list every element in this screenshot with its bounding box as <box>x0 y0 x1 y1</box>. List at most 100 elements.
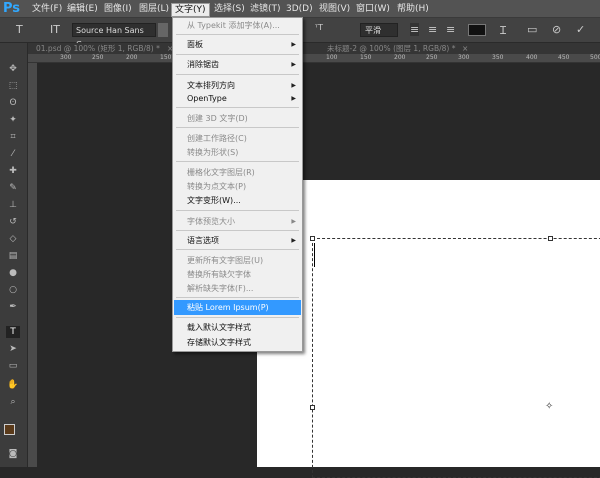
menu-3d[interactable]: 3D(D) <box>283 3 316 17</box>
menu-edit[interactable]: 编辑(E) <box>64 3 101 17</box>
reference-point-icon: ✧ <box>545 401 554 412</box>
healing-brush-tool-icon[interactable]: ✚ <box>6 165 20 177</box>
menu-item-load-default-type-styles[interactable]: 载入默认文字样式 <box>187 321 251 334</box>
menu-image[interactable]: 图像(I) <box>101 3 135 17</box>
menu-window[interactable]: 窗口(W) <box>353 3 393 17</box>
move-tool-icon[interactable]: ✥ <box>6 63 20 75</box>
menu-item-convert-to-point-text[interactable]: 转换为点文本(P) <box>187 180 246 193</box>
separator <box>176 297 299 298</box>
warp-text-icon[interactable]: Ɪ <box>500 23 506 38</box>
align-left-icon[interactable]: ≡ <box>410 23 420 36</box>
marquee-tool-icon[interactable]: ⬚ <box>6 80 20 92</box>
menu-item-font-preview-size[interactable]: 字体预览大小 <box>187 215 235 228</box>
font-family-select[interactable]: Source Han Sans C... <box>72 23 156 49</box>
menu-file[interactable]: 文件(F) <box>29 3 65 17</box>
submenu-arrow-icon: ▶ <box>291 218 296 225</box>
menu-item-create-work-path[interactable]: 创建工作路径(C) <box>187 132 247 145</box>
tools-panel: ✥ ⬚ ʘ ✦ ⌗ ⁄ ✚ ✎ ⊥ ↺ ◇ ▤ ● ○ ✒ T ➤ ▭ ✋ ⌕ … <box>0 43 28 467</box>
toggle-orientation-icon[interactable]: IT <box>50 23 60 36</box>
submenu-arrow-icon: ▶ <box>291 82 296 89</box>
pen-tool-icon[interactable]: ✒ <box>6 301 20 313</box>
transform-handle[interactable] <box>548 236 553 241</box>
menu-item-language-options[interactable]: 语言选项 <box>187 234 219 247</box>
submenu-arrow-icon: ▶ <box>291 237 296 244</box>
separator <box>176 54 299 55</box>
history-brush-tool-icon[interactable]: ↺ <box>6 216 20 228</box>
document-tabs: 01.psd @ 100% (矩形 1, RGB/8) * × 未标题-2 @ … <box>28 43 600 54</box>
gradient-tool-icon[interactable]: ▤ <box>6 250 20 262</box>
menu-item-paste-lorem-ipsum[interactable]: 粘贴 Lorem Ipsum(P) <box>187 301 269 314</box>
horizontal-ruler: 300 250 200 150 100 150 200 250 300 350 … <box>28 54 600 63</box>
crop-tool-icon[interactable]: ⌗ <box>6 131 20 143</box>
panels-icon[interactable]: ▭ <box>527 23 537 36</box>
antialias-select[interactable]: 平滑 <box>360 23 398 37</box>
menu-item-create-3d-text[interactable]: 创建 3D 文字(D) <box>187 112 248 125</box>
ruler-label: 100 <box>326 54 338 61</box>
ruler-label: 150 <box>360 54 372 61</box>
menu-filter[interactable]: 滤镜(T) <box>247 3 284 17</box>
align-right-icon[interactable]: ≡ <box>446 23 455 36</box>
ruler-label: 250 <box>92 54 104 61</box>
brush-tool-icon[interactable]: ✎ <box>6 182 20 194</box>
text-cursor <box>314 243 315 267</box>
blur-tool-icon[interactable]: ● <box>6 267 20 279</box>
menu-item-text-orientation[interactable]: 文本排列方向 <box>187 79 235 92</box>
font-dropdown-button[interactable] <box>158 23 168 37</box>
menu-help[interactable]: 帮助(H) <box>394 3 432 17</box>
menu-item-panels[interactable]: 面板 <box>187 38 203 51</box>
zoom-tool-icon[interactable]: ⌕ <box>6 396 20 408</box>
menu-item-resolve-missing-fonts[interactable]: 解析缺失字体(F)... <box>187 282 253 295</box>
menu-item-add-typekit-fonts[interactable]: 从 Typekit 添加字体(A)... <box>187 19 280 32</box>
separator <box>176 317 299 318</box>
stamp-tool-icon[interactable]: ⊥ <box>6 199 20 211</box>
ruler-label: 350 <box>492 54 504 61</box>
tab-close-icon[interactable]: × <box>458 43 468 54</box>
menu-layer[interactable]: 图层(L) <box>136 3 172 17</box>
magic-wand-tool-icon[interactable]: ✦ <box>6 114 20 126</box>
tab-untitled-2[interactable]: 未标题-2 @ 100% (图层 1, RGB/8) * <box>323 43 455 54</box>
menu-view[interactable]: 视图(V) <box>316 3 353 17</box>
transform-handle[interactable] <box>310 236 315 241</box>
menu-item-convert-to-shape[interactable]: 转换为形状(S) <box>187 146 238 159</box>
ruler-label: 200 <box>126 54 138 61</box>
ruler-label: 300 <box>60 54 72 61</box>
menu-item-antialias[interactable]: 消除锯齿 <box>187 58 219 71</box>
menu-type[interactable]: 文字(Y) <box>171 3 210 17</box>
menu-item-update-all-text-layers[interactable]: 更新所有文字图层(U) <box>187 254 263 267</box>
hand-tool-icon[interactable]: ✋ <box>6 379 20 391</box>
photoshop-logo: Ps <box>3 1 21 16</box>
separator <box>176 230 299 231</box>
text-color-swatch[interactable] <box>468 24 486 36</box>
submenu-arrow-icon: ▶ <box>291 61 296 68</box>
menu-item-replace-missing-fonts[interactable]: 替换所有缺欠字体 <box>187 268 251 281</box>
type-tool-icon[interactable]: T <box>6 326 20 338</box>
ruler-label: 500 <box>590 54 600 61</box>
ruler-label: 450 <box>558 54 570 61</box>
menu-item-rasterize-type-layer[interactable]: 栅格化文字图层(R) <box>187 166 255 179</box>
eyedropper-tool-icon[interactable]: ⁄ <box>6 148 20 160</box>
align-center-icon[interactable]: ≡ <box>428 23 437 36</box>
type-menu-dropdown: 从 Typekit 添加字体(A)... 面板 ▶ 消除锯齿 ▶ 文本排列方向 … <box>172 17 303 352</box>
submenu-arrow-icon: ▶ <box>291 41 296 48</box>
tab-01-psd[interactable]: 01.psd @ 100% (矩形 1, RGB/8) * <box>32 43 160 54</box>
text-bounding-box[interactable] <box>312 238 600 478</box>
path-selection-tool-icon[interactable]: ➤ <box>6 343 20 355</box>
separator <box>176 127 299 128</box>
eraser-tool-icon[interactable]: ◇ <box>6 233 20 245</box>
quick-mask-icon[interactable]: ◙ <box>6 448 20 460</box>
foreground-color-swatch[interactable] <box>4 424 15 435</box>
menu-item-save-default-type-styles[interactable]: 存储默认文字样式 <box>187 336 251 349</box>
menu-select[interactable]: 选择(S) <box>211 3 248 17</box>
separator <box>176 161 299 162</box>
ruler-label: 250 <box>426 54 438 61</box>
transform-handle[interactable] <box>310 405 315 410</box>
lasso-tool-icon[interactable]: ʘ <box>6 97 20 109</box>
dodge-tool-icon[interactable]: ○ <box>6 284 20 296</box>
cancel-icon[interactable]: ⊘ <box>552 23 561 36</box>
type-tool-icon[interactable]: T <box>16 23 23 36</box>
separator <box>176 74 299 75</box>
commit-icon[interactable]: ✓ <box>576 23 585 36</box>
menu-item-opentype[interactable]: OpenType <box>187 92 227 105</box>
menu-item-warp-text[interactable]: 文字变形(W)... <box>187 194 241 207</box>
rectangle-tool-icon[interactable]: ▭ <box>6 360 20 372</box>
